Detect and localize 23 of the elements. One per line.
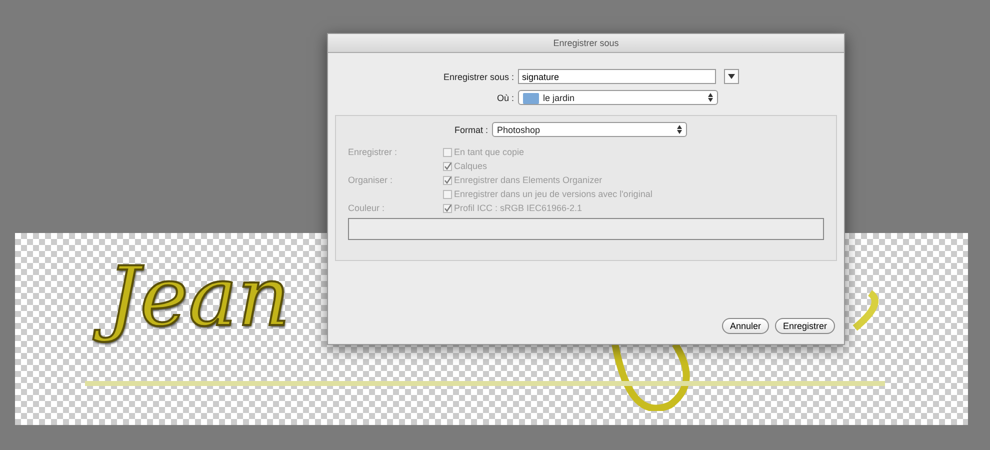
stepper-icon	[677, 125, 682, 134]
location-select[interactable]: le jardin	[518, 90, 718, 105]
folder-icon	[523, 92, 539, 104]
field-label: Enregistrer sous :	[442, 72, 514, 82]
cancel-button[interactable]: Annuler	[722, 318, 769, 334]
group-label: Enregistrer :	[348, 147, 398, 157]
dialog-title: Enregistrer sous	[328, 34, 844, 53]
format-select[interactable]: Photoshop	[492, 122, 687, 137]
canvas-text: Jean	[95, 245, 314, 360]
group-label: Couleur :	[348, 203, 386, 213]
save-button[interactable]: Enregistrer	[774, 318, 835, 334]
option-label: Calques	[454, 161, 488, 171]
field-label: Format :	[453, 124, 488, 134]
group-label: Organiser :	[348, 175, 394, 185]
caret-icon	[728, 74, 735, 79]
option-label: Enregistrer dans un jeu de versions avec l'original	[454, 189, 652, 199]
option-label: En tant que copie	[454, 147, 524, 157]
expand-button[interactable]	[724, 69, 739, 84]
option-label: Enregistrer dans Elements Organizer	[454, 175, 602, 185]
field-label: Où :	[496, 92, 514, 102]
option-label: Profil ICC : sRGB IEC61966-2.1	[454, 203, 582, 213]
stepper-icon	[708, 93, 713, 102]
filename-field[interactable]: signature	[518, 69, 716, 84]
